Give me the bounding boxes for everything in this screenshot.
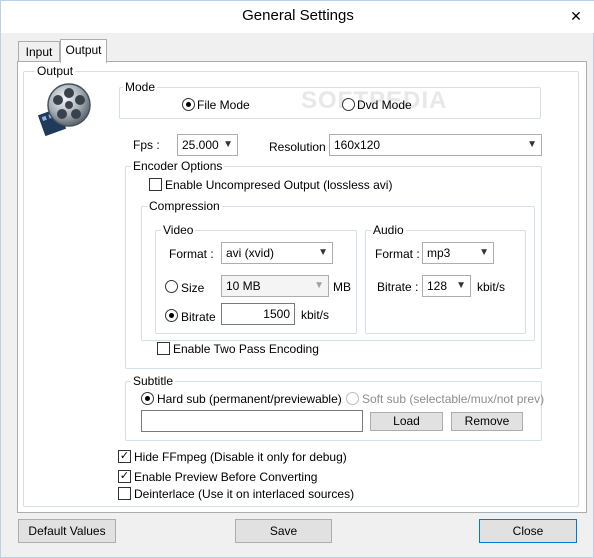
size-select[interactable]: 10 MB ▼ [221, 275, 329, 297]
enable-preview-checkbox[interactable]: ✓ [118, 470, 131, 483]
dvd-mode-label[interactable]: Dvd Mode [357, 98, 412, 112]
default-values-button[interactable]: Default Values [18, 519, 116, 543]
audio-bitrate-unit: kbit/s [477, 280, 506, 294]
hard-sub-radio[interactable] [141, 392, 154, 405]
file-mode-label[interactable]: File Mode [197, 98, 250, 112]
chevron-down-icon: ▼ [527, 139, 537, 150]
resolution-value: 160x120 [334, 138, 381, 152]
deinterlace-checkbox[interactable] [118, 487, 131, 500]
chevron-down-icon: ▼ [456, 280, 466, 291]
size-label[interactable]: Size [181, 281, 204, 295]
fps-label: Fps : [133, 138, 160, 152]
two-pass-label[interactable]: Enable Two Pass Encoding [173, 342, 319, 356]
subtitle-label: Subtitle [131, 374, 176, 388]
general-settings-window: General Settings ✕ Input Output Output M… [0, 0, 594, 558]
soft-sub-label: Soft sub (selectable/mux/not prev) [362, 392, 545, 406]
size-value: 10 MB [226, 279, 261, 293]
audio-bitrate-select[interactable]: 128 ▼ [422, 275, 471, 297]
chevron-down-icon: ▼ [318, 247, 328, 258]
video-format-value: avi (xvid) [226, 246, 275, 260]
size-unit-label: MB [333, 280, 351, 294]
film-reel-icon [37, 81, 93, 137]
hard-sub-label[interactable]: Hard sub (permanent/previewable) [157, 392, 342, 406]
bitrate-radio[interactable] [165, 309, 178, 322]
mode-group-label: Mode [123, 80, 158, 94]
output-group-label: Output [35, 64, 76, 78]
load-button[interactable]: Load [370, 412, 443, 431]
encoder-options-label: Encoder Options [131, 159, 225, 173]
video-bitrate-unit: kbit/s [301, 308, 330, 322]
enable-preview-label[interactable]: Enable Preview Before Converting [134, 470, 317, 484]
soft-sub-radio[interactable] [346, 392, 359, 405]
fps-value: 25.000 [182, 138, 219, 152]
close-button[interactable]: Close [479, 519, 577, 543]
file-mode-radio[interactable] [182, 98, 195, 111]
audio-label: Audio [371, 223, 406, 237]
video-format-label: Format : [169, 247, 214, 261]
fps-select[interactable]: 25.000 ▼ [177, 134, 238, 156]
audio-format-label: Format : [375, 247, 420, 261]
audio-bitrate-value: 128 [427, 279, 448, 293]
uncompressed-output-label[interactable]: Enable Uncompresed Output (lossless avi) [165, 178, 392, 192]
video-format-select[interactable]: avi (xvid) ▼ [221, 242, 333, 264]
chevron-down-icon: ▼ [223, 139, 233, 150]
chevron-down-icon: ▼ [314, 280, 324, 291]
save-button[interactable]: Save [235, 519, 332, 543]
remove-button[interactable]: Remove [451, 412, 523, 431]
hide-ffmpeg-label[interactable]: Hide FFmpeg (Disable it only for debug) [134, 450, 347, 464]
two-pass-checkbox[interactable] [157, 342, 170, 355]
compression-label: Compression [147, 199, 222, 213]
chevron-down-icon: ▼ [479, 247, 489, 258]
title-bar[interactable]: General Settings ✕ [1, 1, 594, 33]
tab-input[interactable]: Input [18, 41, 60, 63]
hide-ffmpeg-checkbox[interactable]: ✓ [118, 450, 131, 463]
close-icon[interactable]: ✕ [567, 7, 585, 25]
resolution-label: Resolution : [269, 140, 333, 154]
subtitle-path-input[interactable] [141, 410, 363, 432]
audio-format-select[interactable]: mp3 ▼ [422, 242, 494, 264]
uncompressed-output-checkbox[interactable] [149, 178, 162, 191]
bitrate-label[interactable]: Bitrate [181, 310, 216, 324]
audio-bitrate-label: Bitrate : [377, 280, 419, 294]
size-radio[interactable] [165, 280, 178, 293]
tab-output[interactable]: Output [60, 39, 107, 63]
audio-format-value: mp3 [427, 246, 451, 260]
resolution-select[interactable]: 160x120 ▼ [329, 134, 542, 156]
video-label: Video [161, 223, 196, 237]
window-title: General Settings [242, 7, 354, 24]
video-bitrate-input[interactable]: 1500 [221, 303, 295, 325]
deinterlace-label[interactable]: Deinterlace (Use it on interlaced source… [134, 487, 354, 501]
dvd-mode-radio[interactable] [342, 98, 355, 111]
